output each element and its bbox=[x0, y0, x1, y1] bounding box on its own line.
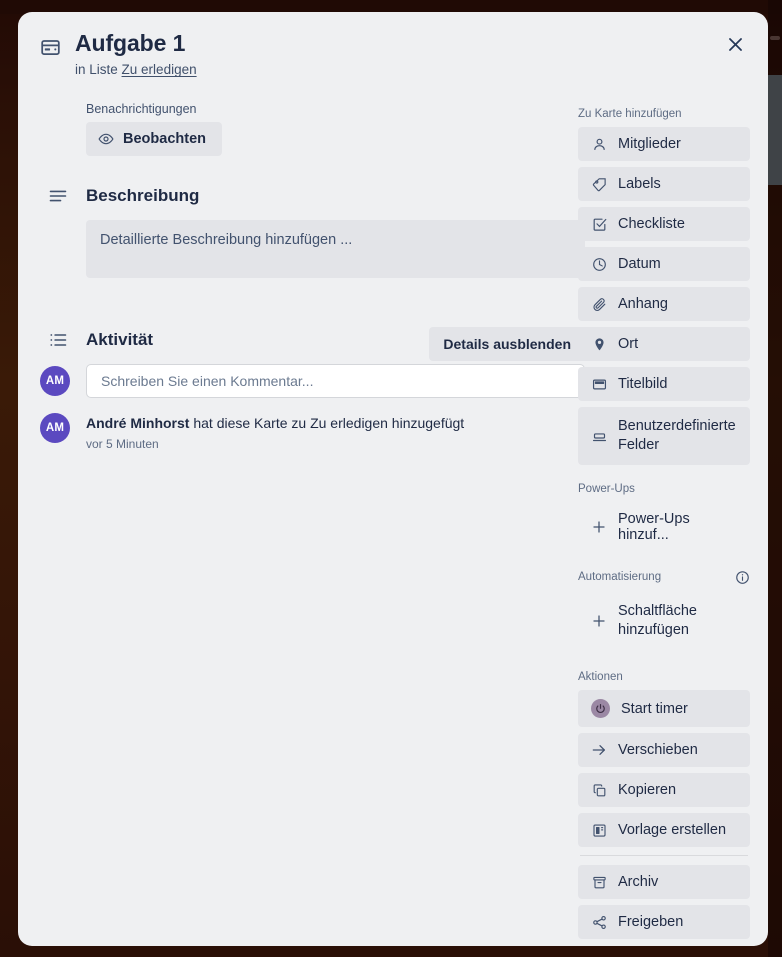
automation-label: Automatisierung bbox=[578, 571, 662, 584]
sidebar-item-label: Freigeben bbox=[618, 914, 684, 931]
template-icon bbox=[591, 823, 607, 838]
sidebar-item-add-power-ups[interactable]: Power-Ups hinzuf... bbox=[578, 502, 750, 552]
activity-entry-text: André Minhorst hat diese Karte zu Zu erl… bbox=[86, 413, 464, 433]
sidebar-item-custom-fields[interactable]: Benutzerdefinierte Felder bbox=[578, 407, 750, 465]
power-ups-label: Power-Ups bbox=[578, 482, 635, 495]
archive-icon bbox=[591, 875, 607, 890]
activity-entry-body: hat diese Karte zu Zu erledigen hinzugef… bbox=[193, 415, 465, 431]
sidebar-group-label: Aktionen bbox=[578, 671, 750, 683]
cover-image-icon bbox=[591, 377, 607, 392]
toggle-details-button[interactable]: Details ausblenden bbox=[429, 327, 585, 361]
sidebar-group-label: Automatisierung bbox=[578, 570, 750, 585]
sidebar-item-date[interactable]: Datum bbox=[578, 247, 750, 281]
sidebar-item-start-timer[interactable]: Start timer bbox=[578, 690, 750, 728]
page-scrollbar-track[interactable] bbox=[768, 0, 782, 957]
sidebar-item-checklist[interactable]: Checkliste bbox=[578, 207, 750, 241]
notifications-label: Benachrichtigungen bbox=[86, 102, 197, 116]
sidebar-item-label: Vorlage erstellen bbox=[618, 822, 727, 839]
sidebar-item-label: Kopieren bbox=[618, 782, 677, 799]
lines-icon bbox=[40, 186, 86, 206]
sidebar-item-label: Anhang bbox=[618, 296, 668, 312]
sidebar-item-members[interactable]: Mitglieder bbox=[578, 127, 750, 161]
location-pin-icon bbox=[591, 337, 607, 352]
card-sidebar: Zu Karte hinzufügen Mitglieder Labels Ch… bbox=[578, 108, 750, 945]
sidebar-item-archive[interactable]: Archiv bbox=[578, 865, 750, 900]
checkbox-icon bbox=[591, 217, 607, 232]
activity-section-header: Aktivität Details ausblenden bbox=[40, 327, 585, 361]
plus-icon bbox=[591, 519, 607, 535]
sidebar-group-label: Zu Karte hinzufügen bbox=[578, 108, 750, 120]
activity-heading: Aktivität bbox=[86, 330, 154, 349]
sidebar-item-cover[interactable]: Titelbild bbox=[578, 367, 750, 401]
activity-entry-author: André Minhorst bbox=[86, 415, 190, 431]
comment-input[interactable] bbox=[86, 364, 585, 398]
avatar: AM bbox=[40, 366, 70, 396]
arrow-right-icon bbox=[591, 742, 607, 758]
watch-button[interactable]: Beobachten bbox=[86, 122, 222, 156]
card-list-breadcrumb: in Liste Zu erledigen bbox=[75, 62, 746, 77]
breadcrumb-list-link[interactable]: Zu erledigen bbox=[122, 62, 197, 77]
sidebar-item-create-template[interactable]: Vorlage erstellen bbox=[578, 813, 750, 848]
comment-composer: AM bbox=[40, 364, 585, 398]
sidebar-item-label: Verschieben bbox=[618, 742, 698, 759]
custom-fields-icon bbox=[591, 428, 607, 443]
sidebar-item-label: Datum bbox=[618, 256, 661, 272]
activity-entry-time: vor 5 Minuten bbox=[86, 436, 159, 451]
card-header: Aufgabe 1 in Liste Zu erledigen bbox=[18, 12, 768, 77]
description-heading: Beschreibung bbox=[86, 186, 200, 205]
activity-entry: AM André Minhorst hat diese Karte zu Zu … bbox=[40, 413, 585, 451]
sidebar-item-copy[interactable]: Kopieren bbox=[578, 773, 750, 808]
sidebar-item-move[interactable]: Verschieben bbox=[578, 733, 750, 768]
sidebar-item-add-button[interactable]: Schaltfläche hinzufügen bbox=[578, 592, 750, 650]
sidebar-group-automation: Automatisierung Schaltfläche hinzufügen bbox=[578, 570, 750, 650]
card-detail-modal: Aufgabe 1 in Liste Zu erledigen Benachri… bbox=[18, 12, 768, 946]
tag-icon bbox=[591, 177, 607, 192]
page-scrollbar-thumb[interactable] bbox=[768, 75, 782, 185]
actions-label: Aktionen bbox=[578, 671, 623, 684]
sidebar-item-label: Schaltfläche hinzufügen bbox=[618, 602, 697, 638]
sidebar-group-add-to-card: Zu Karte hinzufügen Mitglieder Labels Ch… bbox=[578, 108, 750, 465]
sidebar-item-label: Ort bbox=[618, 336, 639, 352]
plus-icon bbox=[591, 613, 607, 629]
share-icon bbox=[591, 915, 607, 930]
sidebar-item-label: Titelbild bbox=[618, 376, 668, 392]
sidebar-item-attachment[interactable]: Anhang bbox=[578, 287, 750, 321]
avatar: AM bbox=[40, 413, 70, 443]
power-timer-icon bbox=[591, 699, 610, 719]
sidebar-item-label: Checkliste bbox=[618, 216, 685, 232]
watch-button-label: Beobachten bbox=[123, 131, 206, 147]
close-icon[interactable] bbox=[720, 29, 750, 59]
activity-list-icon bbox=[40, 330, 86, 350]
card-main-column: Benachrichtigungen Beobachten Beschreibu… bbox=[40, 102, 585, 451]
sidebar-item-label: Archiv bbox=[618, 874, 659, 891]
description-section-header: Beschreibung bbox=[40, 186, 585, 206]
eye-icon bbox=[98, 131, 114, 147]
breadcrumb-prefix: in Liste bbox=[75, 62, 118, 78]
sidebar-item-label: Labels bbox=[618, 176, 661, 192]
sidebar-group-label: Power-Ups bbox=[578, 483, 750, 495]
clock-icon bbox=[591, 257, 607, 272]
copy-icon bbox=[591, 783, 607, 798]
sidebar-divider bbox=[580, 855, 748, 857]
sidebar-group-power-ups: Power-Ups Power-Ups hinzuf... bbox=[578, 483, 750, 552]
sidebar-item-label: Mitglieder bbox=[618, 136, 681, 152]
add-to-card-label: Zu Karte hinzufügen bbox=[578, 108, 682, 120]
card-icon bbox=[40, 37, 61, 63]
sidebar-item-location[interactable]: Ort bbox=[578, 327, 750, 361]
person-icon bbox=[591, 137, 607, 152]
sidebar-group-actions: Aktionen Start timer Verschieben Kopiere… bbox=[578, 671, 750, 940]
paperclip-icon bbox=[591, 297, 607, 312]
sidebar-item-label: Benutzerdefinierte Felder bbox=[618, 418, 736, 453]
description-input[interactable]: Detaillierte Beschreibung hinzufügen ... bbox=[86, 220, 585, 278]
sidebar-item-label: Power-Ups hinzuf... bbox=[618, 510, 690, 543]
sidebar-item-labels[interactable]: Labels bbox=[578, 167, 750, 201]
sidebar-item-share[interactable]: Freigeben bbox=[578, 905, 750, 940]
scrollbar-marker bbox=[770, 36, 780, 40]
sidebar-item-label: Start timer bbox=[621, 700, 688, 717]
page-title: Aufgabe 1 bbox=[75, 30, 186, 56]
info-icon[interactable] bbox=[735, 570, 750, 585]
